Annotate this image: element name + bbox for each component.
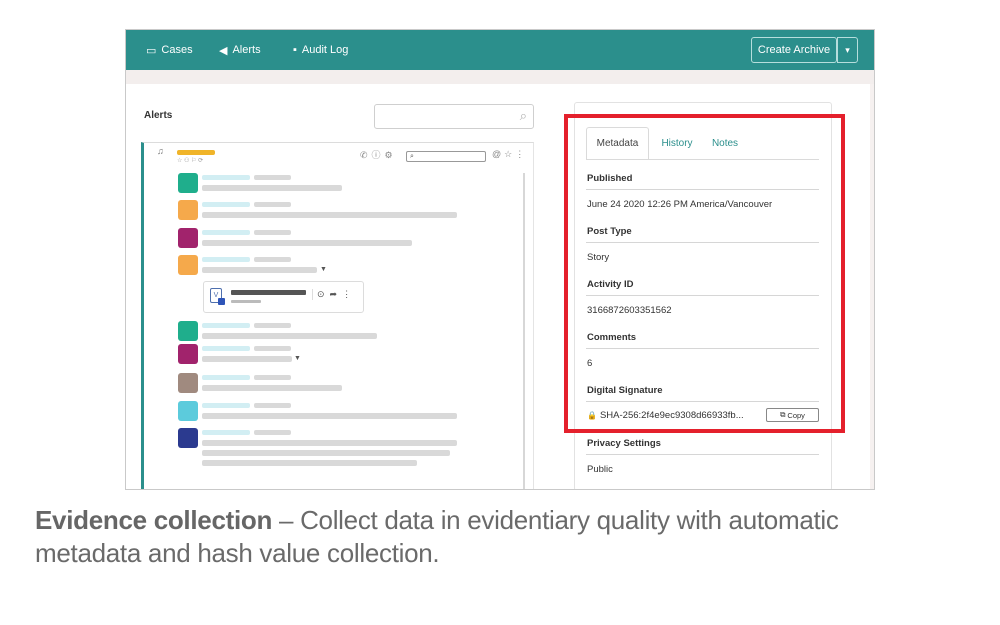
file-badge-icon: [218, 298, 225, 305]
avatar: [178, 373, 198, 393]
megaphone-icon: ◀: [219, 44, 228, 57]
caption-title: Evidence collection: [35, 505, 273, 535]
caret-down-icon: ▾: [845, 44, 850, 55]
divider: [586, 454, 819, 455]
folder-icon: ▭: [146, 44, 157, 57]
avatar: [178, 401, 198, 421]
alert-actions-icons[interactable]: @☆⋮: [492, 149, 527, 160]
alert-meta-icons: ☆ ⚇ ⚐ ⟳: [177, 158, 204, 164]
alert-tag: [177, 150, 215, 155]
alerts-heading: Alerts: [144, 110, 173, 121]
attachment-actions[interactable]: ⊙➦⋮: [312, 289, 356, 300]
top-navigation-bar: ▭ Cases ◀ Alerts ▪ Audit Log Create Arch…: [126, 30, 874, 70]
nav-audit-log-label: Audit Log: [301, 44, 349, 56]
expand-caret-icon[interactable]: ▼: [294, 355, 301, 362]
create-archive-dropdown-button[interactable]: ▾: [837, 37, 858, 63]
archive-box-icon: ▪: [293, 44, 297, 56]
create-archive-button[interactable]: Create Archive: [751, 37, 837, 63]
nav-audit-log[interactable]: ▪ Audit Log: [293, 30, 348, 70]
privacy-settings-value: Public: [587, 464, 613, 475]
attachment-card[interactable]: V ⊙➦⋮: [203, 281, 364, 313]
highlight-box: [564, 114, 845, 433]
avatar: [178, 228, 198, 248]
attachment-size: [231, 300, 261, 303]
alert-toolbar-icons[interactable]: ✆ⓘ⚙: [360, 148, 397, 161]
alerts-list: ♫ ☆ ⚇ ⚐ ⟳ ✆ⓘ⚙ ⌕ @☆⋮ ▼ V ⊙➦⋮ ▼: [141, 142, 534, 489]
caption: Evidence collection – Collect data in ev…: [35, 504, 935, 570]
alerts-search-input[interactable]: ⌕: [374, 104, 534, 129]
expand-caret-icon[interactable]: ▼: [320, 266, 327, 273]
scrollbar[interactable]: [523, 173, 525, 489]
nav-alerts[interactable]: ◀ Alerts: [219, 30, 261, 70]
avatar: [178, 344, 198, 364]
nav-cases-label: Cases: [161, 44, 193, 56]
avatar: [178, 321, 198, 341]
bell-icon: ♫: [157, 146, 164, 156]
avatar: [178, 428, 198, 448]
privacy-settings-label: Privacy Settings: [587, 438, 661, 449]
avatar: [178, 255, 198, 275]
nav-cases[interactable]: ▭ Cases: [146, 30, 193, 70]
sub-header-strip: [126, 70, 874, 84]
search-icon: ⌕: [519, 108, 527, 123]
attachment-name: [231, 290, 306, 295]
list-search-input[interactable]: ⌕: [406, 151, 486, 162]
create-archive-label: Create Archive: [757, 44, 831, 56]
avatar: [178, 173, 198, 193]
avatar: [178, 200, 198, 220]
nav-alerts-label: Alerts: [232, 44, 261, 56]
